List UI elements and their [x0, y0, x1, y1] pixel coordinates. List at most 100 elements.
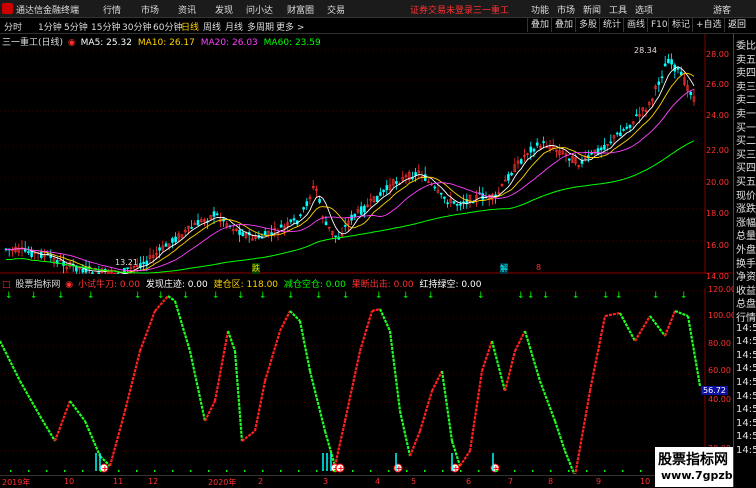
- date-tick: 10: [640, 477, 651, 486]
- side-panel-label: 14:5: [736, 322, 756, 334]
- candle-body: [164, 243, 168, 247]
- oscillator-segment: [39, 415, 56, 442]
- oscillator-segment: [378, 308, 392, 332]
- baseline-tick: [280, 470, 282, 472]
- toolbar-back[interactable]: 返回: [724, 18, 749, 32]
- date-tick: 3: [323, 477, 329, 486]
- period-15min[interactable]: 15分钟: [91, 20, 120, 33]
- menu-item-ask[interactable]: 问小达: [246, 3, 273, 16]
- indicator-tick: 120.00: [708, 285, 736, 294]
- arrow-down-icon: ↓: [477, 291, 485, 301]
- period-more[interactable]: 更多 >: [276, 20, 304, 33]
- oscillator-segment: [649, 315, 666, 337]
- arrow-down-icon: ↓: [680, 291, 688, 301]
- arrow-down-icon: ↓: [212, 291, 220, 301]
- period-30min[interactable]: 30分钟: [122, 20, 151, 33]
- oscillator-segment: [138, 310, 157, 352]
- candle-body: [567, 158, 571, 161]
- oscillator-segment: [440, 370, 454, 442]
- candle-body: [625, 126, 629, 129]
- candle-body: [580, 160, 584, 164]
- toolbar-overlay-2[interactable]: 叠加: [551, 18, 576, 32]
- candle-body: [670, 59, 673, 65]
- baseline-tick: [640, 470, 642, 472]
- candle-body: [379, 192, 382, 196]
- menu-item-tools[interactable]: 工具: [609, 3, 627, 16]
- candle-body: [433, 186, 437, 189]
- baseline-tick: [208, 470, 210, 472]
- candle-body: [628, 124, 632, 128]
- candle-body: [622, 129, 625, 131]
- price-tick: 26.00: [706, 80, 729, 89]
- toolbar-multi-stock[interactable]: 多股: [575, 18, 600, 32]
- baseline-tick: [334, 470, 336, 472]
- baseline-tick: [424, 470, 426, 472]
- candle-body: [679, 71, 683, 76]
- menu-item-options[interactable]: 选项: [635, 3, 653, 16]
- menu-item-wealth[interactable]: 财富圈: [287, 3, 314, 16]
- candle-body: [657, 81, 661, 85]
- oscillator-segment: [253, 380, 267, 432]
- period-60min[interactable]: 60分钟: [153, 20, 182, 33]
- oscillator-segment: [188, 350, 207, 422]
- oscillator-segment: [358, 310, 374, 352]
- menu-item-trade[interactable]: 交易: [327, 3, 345, 16]
- candle-body: [279, 224, 283, 228]
- candle-body: [590, 152, 593, 155]
- date-tick: 2020年: [208, 478, 237, 487]
- toolbar-mark[interactable]: 标记: [668, 18, 693, 32]
- period-multi[interactable]: 多周期: [247, 20, 274, 33]
- indicator-tick: 80.00: [708, 339, 731, 348]
- side-panel-label: 14:5: [736, 336, 756, 348]
- oscillator-segment: [563, 450, 576, 474]
- arrow-down-icon: ↓: [602, 291, 610, 301]
- guest-label[interactable]: 游客: [713, 3, 731, 16]
- menu-item-news[interactable]: 资讯: [178, 3, 196, 16]
- candle-body: [542, 141, 545, 144]
- candle-body: [663, 63, 667, 67]
- toolbar-stats[interactable]: 统计: [599, 18, 624, 32]
- candle-body: [270, 232, 273, 235]
- date-tick: 8: [548, 477, 554, 486]
- period-5min[interactable]: 5分钟: [64, 20, 88, 33]
- current-stock: 三一重工: [473, 6, 510, 16]
- indicator-chart[interactable]: ↓↓↓↓↓↓↓↓↓↓↓↓↓↓↓↓↓↓↓↓↓↓↓↓↓++++++: [0, 288, 733, 474]
- menu-item-function[interactable]: 功能: [531, 3, 549, 16]
- oscillator-segment: [418, 390, 434, 432]
- oscillator-segment: [468, 370, 484, 452]
- date-tick: 7: [508, 477, 514, 486]
- oscillator-segment: [308, 370, 327, 432]
- candle-body: [212, 211, 216, 217]
- oscillator-segment: [226, 330, 237, 352]
- candle-body: [39, 252, 43, 258]
- baseline-tick: [352, 470, 354, 472]
- low-price-marker: 13.21: [115, 258, 138, 267]
- candle-body: [382, 189, 385, 193]
- baseline-tick: [316, 470, 318, 472]
- period-intraday[interactable]: 分时: [4, 20, 22, 33]
- menu-item-market[interactable]: 市场: [141, 3, 159, 16]
- date-tick: 6: [466, 477, 472, 486]
- candle-body: [443, 196, 446, 199]
- baseline-tick: [406, 470, 408, 472]
- login-alert[interactable]: 证券交易未登录: [410, 3, 473, 16]
- candlestick-chart[interactable]: [0, 34, 733, 274]
- arrow-down-icon: ↓: [134, 291, 142, 301]
- oscillator-segment: [634, 315, 651, 342]
- baseline-tick: [622, 470, 624, 472]
- menu-item-quotes[interactable]: 行情: [103, 3, 121, 16]
- period-weekly[interactable]: 周线: [203, 20, 221, 33]
- menu-item-newsfeed[interactable]: 新闻: [583, 3, 601, 16]
- toolbar-add-watchlist[interactable]: +自选: [692, 18, 725, 32]
- period-1min[interactable]: 1分钟: [38, 20, 62, 33]
- toolbar-draw[interactable]: 画线: [623, 18, 648, 32]
- oscillator-segment: [574, 390, 592, 474]
- period-monthly[interactable]: 月线: [225, 20, 243, 33]
- baseline-tick: [460, 470, 462, 472]
- menu-item-market-right[interactable]: 市场: [557, 3, 575, 16]
- menu-item-discover[interactable]: 发现: [215, 3, 233, 16]
- side-panel-label: 14:5: [736, 363, 756, 375]
- period-daily[interactable]: 日线: [181, 20, 199, 33]
- candle-body: [689, 91, 693, 96]
- toolbar-overlay[interactable]: 叠加: [527, 18, 552, 32]
